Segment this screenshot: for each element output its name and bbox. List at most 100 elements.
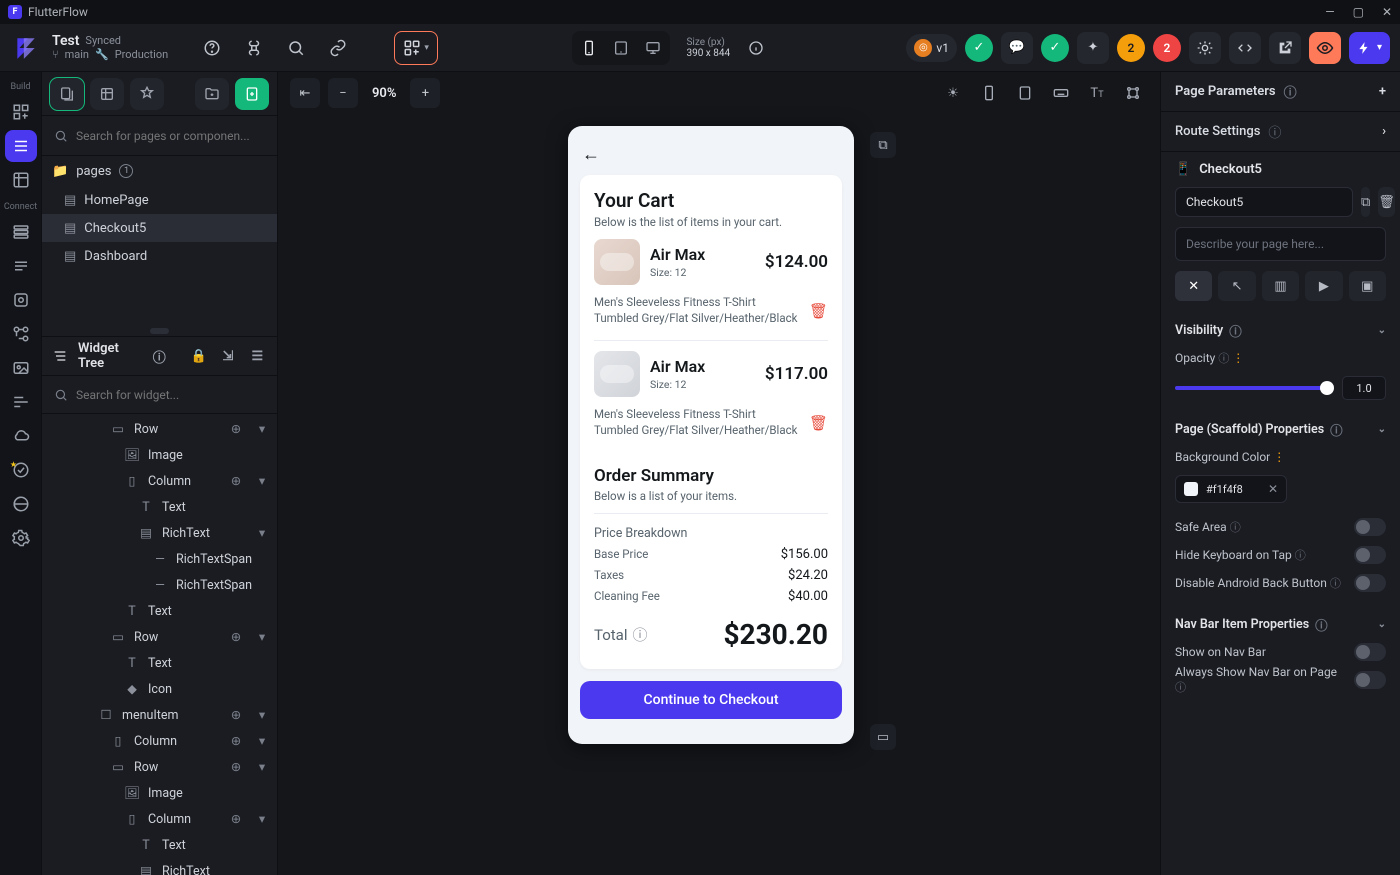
lp-tab-marketplace[interactable]	[130, 78, 164, 110]
tree-node[interactable]: TText	[42, 494, 277, 520]
preview-button[interactable]	[1309, 32, 1341, 64]
opacity-value[interactable]: 1.0	[1342, 376, 1386, 400]
help-icon[interactable]	[196, 32, 228, 64]
tree-node[interactable]: ▭Row⊕▾	[42, 624, 277, 650]
tree-node[interactable]: ▤RichText	[42, 858, 277, 875]
info-icon[interactable]	[740, 32, 772, 64]
chevron-down-icon[interactable]: ▾	[253, 420, 271, 438]
text-scale-icon[interactable]: TT	[1082, 78, 1112, 108]
panel-collapse-button[interactable]: ⇤	[290, 78, 320, 108]
tree-node[interactable]: ◆Icon	[42, 676, 277, 702]
lp-tab-components[interactable]	[90, 78, 124, 110]
rail-theme[interactable]	[5, 488, 37, 520]
show-nav-toggle[interactable]	[1354, 643, 1386, 661]
optimize-button[interactable]: ✦	[1077, 32, 1109, 64]
rail-api[interactable]	[5, 318, 37, 350]
tree-node[interactable]: 🖼Image	[42, 442, 277, 468]
check2-status-icon[interactable]: ✓	[1041, 34, 1069, 62]
back-arrow-icon[interactable]: ←	[582, 144, 842, 165]
version-pill[interactable]: ◎ v1	[906, 34, 957, 62]
tree-node[interactable]: ▭Row⊕▾	[42, 754, 277, 780]
clear-color-icon[interactable]: ✕	[1268, 482, 1278, 496]
wrap-icon[interactable]: ⊕	[227, 758, 245, 776]
code-button[interactable]	[1229, 32, 1261, 64]
wrap-icon[interactable]: ⊕	[227, 732, 245, 750]
expand-icon[interactable]: ⇲	[218, 345, 237, 367]
link-icon[interactable]	[322, 32, 354, 64]
device-tablet-icon[interactable]	[1010, 78, 1040, 108]
page-item-homepage[interactable]: ▤HomePage	[42, 186, 277, 214]
tree-node[interactable]: ▯Column⊕▾	[42, 728, 277, 754]
rail-tests[interactable]: ★	[5, 454, 37, 486]
slider-thumb[interactable]	[1320, 381, 1334, 395]
tree-node[interactable]: —RichTextSpan	[42, 546, 277, 572]
chevron-down-icon[interactable]: ⌄	[1378, 619, 1386, 630]
tree-node[interactable]: —RichTextSpan	[42, 572, 277, 598]
chevron-down-icon[interactable]: ⌄	[1378, 424, 1386, 435]
chevron-down-icon[interactable]: ▾	[253, 524, 271, 542]
page-item-dashboard[interactable]: ▤Dashboard	[42, 242, 277, 270]
pages-search-input[interactable]	[76, 129, 265, 143]
tool-more[interactable]: ▣	[1349, 271, 1386, 301]
tool-design[interactable]: ✕	[1175, 271, 1212, 301]
search-icon[interactable]	[280, 32, 312, 64]
desktop-device-button[interactable]	[638, 33, 668, 63]
trash-icon[interactable]: 🗑	[809, 414, 828, 432]
screen-chip-icon[interactable]: ▭	[870, 724, 896, 750]
zoom-in-button[interactable]: +	[410, 78, 440, 108]
rail-widgets[interactable]	[5, 130, 37, 162]
page-item-checkout5[interactable]: ▤Checkout5	[42, 214, 277, 242]
maximize-icon[interactable]: ▢	[1353, 5, 1364, 19]
errors-badge[interactable]: 2	[1153, 34, 1181, 62]
safe-area-toggle[interactable]	[1354, 518, 1386, 536]
route-settings-section[interactable]: Route Settings ⓘ ›	[1161, 112, 1400, 152]
tool-layout[interactable]: ▥	[1262, 271, 1299, 301]
page-name-input[interactable]	[1175, 187, 1353, 217]
minimize-icon[interactable]: —	[1325, 5, 1334, 19]
command-palette-icon[interactable]	[238, 32, 270, 64]
delete-page-button[interactable]: 🗑	[1378, 187, 1395, 217]
wrap-icon[interactable]: ⊕	[227, 420, 245, 438]
rail-datatypes[interactable]	[5, 250, 37, 282]
rail-storyboard[interactable]	[5, 164, 37, 196]
chevron-down-icon[interactable]: ⌄	[1378, 325, 1386, 336]
debug-button[interactable]	[1189, 32, 1221, 64]
tree-node[interactable]: TText	[42, 650, 277, 676]
wrap-icon[interactable]: ⊕	[227, 810, 245, 828]
tree-node[interactable]: TText	[42, 832, 277, 858]
link-chip-icon[interactable]: ⧉	[870, 132, 896, 158]
collapse-icon[interactable]: ☰	[248, 345, 267, 367]
lp-add-page[interactable]	[235, 78, 269, 110]
tree-node[interactable]: ▯Column⊕▾	[42, 468, 277, 494]
check-status-icon[interactable]: ✓	[965, 34, 993, 62]
info-icon[interactable]: ⓘ	[633, 624, 648, 645]
chevron-down-icon[interactable]: ▾	[253, 732, 271, 750]
phone-device-button[interactable]	[574, 33, 604, 63]
device-keyboard-icon[interactable]	[1046, 78, 1076, 108]
tool-play[interactable]: ▶	[1305, 271, 1342, 301]
bgcolor-chip[interactable]: #f1f4f8 ✕	[1175, 475, 1287, 503]
wrap-icon[interactable]: ⊕	[227, 472, 245, 490]
chevron-down-icon[interactable]: ▾	[253, 758, 271, 776]
rail-custom-code[interactable]	[5, 386, 37, 418]
lock-icon[interactable]: 🔒	[189, 345, 208, 367]
zoom-out-button[interactable]: −	[328, 78, 358, 108]
comments-button[interactable]: 💬	[1001, 32, 1033, 64]
page-description-input[interactable]: Describe your page here...	[1175, 227, 1386, 261]
open-external-button[interactable]	[1269, 32, 1301, 64]
multi-device-icon[interactable]	[1118, 78, 1148, 108]
tree-node[interactable]: 🖼Image	[42, 780, 277, 806]
lp-tab-pages[interactable]	[50, 78, 84, 110]
flutterflow-logo[interactable]	[10, 32, 42, 64]
widget-search-input[interactable]	[76, 388, 265, 402]
tool-select[interactable]: ↖	[1218, 271, 1255, 301]
rail-cloud[interactable]	[5, 420, 37, 452]
info-icon[interactable]: ⓘ	[150, 345, 169, 367]
hide-kb-toggle[interactable]	[1354, 546, 1386, 564]
rail-media[interactable]	[5, 352, 37, 384]
checkout-button[interactable]: Continue to Checkout	[580, 681, 842, 719]
chevron-down-icon[interactable]: ▾	[253, 810, 271, 828]
warnings-badge[interactable]: 2	[1117, 34, 1145, 62]
wrap-icon[interactable]: ⊕	[227, 706, 245, 724]
rail-dashboard[interactable]	[5, 96, 37, 128]
